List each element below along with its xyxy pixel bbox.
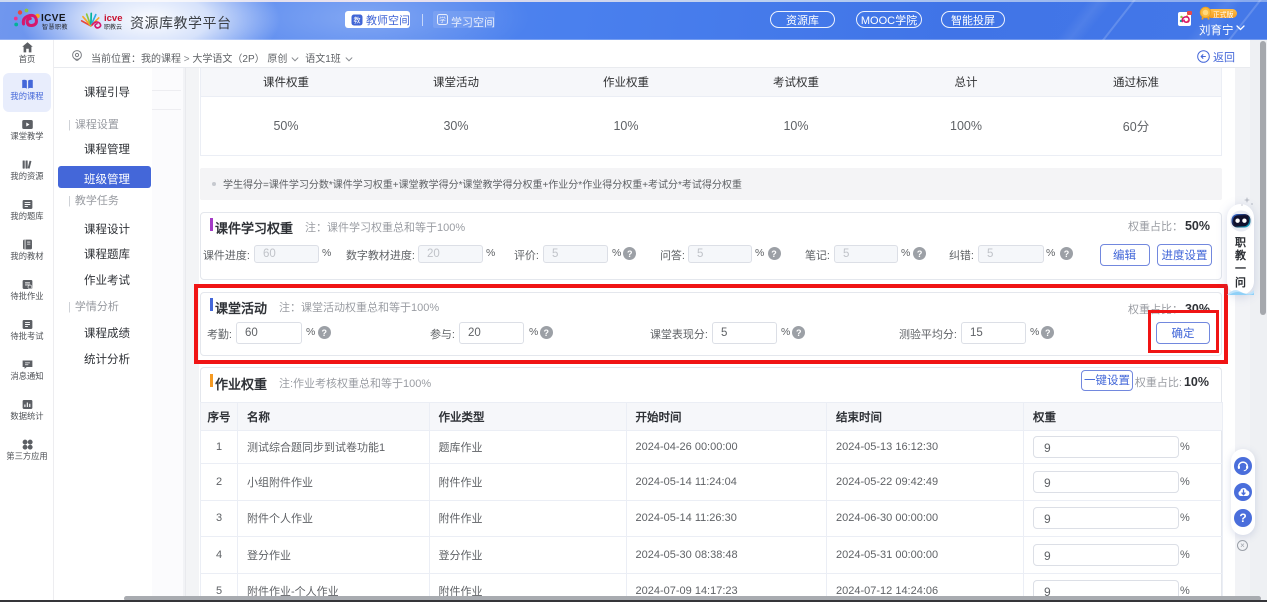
svg-text:教: 教 <box>354 15 361 24</box>
svg-text:学: 学 <box>439 15 446 24</box>
